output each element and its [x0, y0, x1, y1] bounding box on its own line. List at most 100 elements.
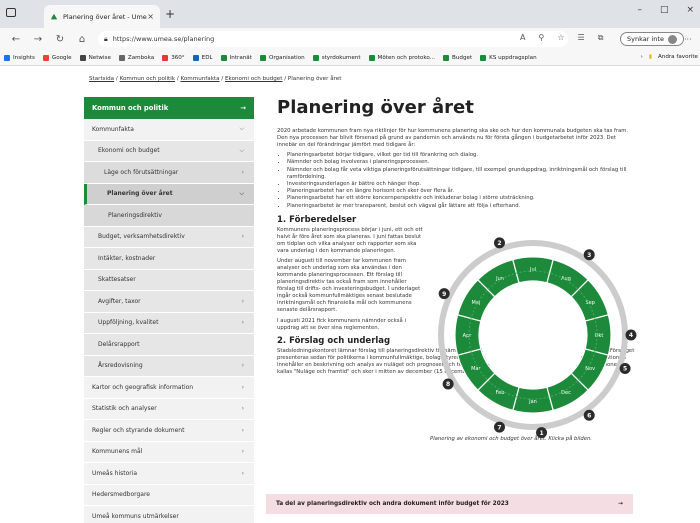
breadcrumb-kommun-och-politik[interactable]: Kommun och politik	[120, 76, 175, 82]
url-field[interactable]: 🔒︎ https://www.umea.se/planering	[98, 31, 568, 47]
collections-icon[interactable]: ⧉	[598, 33, 604, 43]
sidebar-item[interactable]: Umeå kommuns utmärkelser	[84, 506, 254, 523]
avatar	[667, 34, 677, 44]
bookmark-item[interactable]: Intranät	[220, 54, 252, 61]
breadcrumb-kommunfakta[interactable]: Kommunfakta	[181, 76, 220, 82]
close-window-button[interactable]: ×	[686, 5, 694, 15]
new-tab-button[interactable]: +	[165, 7, 175, 21]
bookmark-item[interactable]: EDL	[192, 54, 213, 61]
bookmark-item[interactable]: KS uppdragsplan	[480, 54, 537, 61]
bookmark-icon	[312, 54, 319, 61]
sidebar-header[interactable]: Kommun och politik →	[84, 97, 254, 119]
sidebar-item-label: Planering över året	[107, 190, 173, 198]
list-item: Nämnder och bolag får veta viktiga plane…	[287, 167, 637, 181]
sidebar-item-label: Avgifter, taxor	[98, 297, 141, 305]
favorite-star-icon[interactable]: ☆	[557, 33, 564, 43]
sidebar-item[interactable]: Årsredovisning ›	[84, 355, 254, 377]
bookmark-label: EDL	[201, 54, 213, 61]
sidebar-item[interactable]: Hedersmedborgare	[84, 484, 254, 506]
browser-titlebar: Planering över året - Umeå kom × + – □ ×	[0, 0, 700, 28]
sidebar-item[interactable]: Ekonomi och budget ⌵	[84, 140, 254, 162]
bookmark-icon	[443, 54, 450, 61]
forward-icon[interactable]: →	[32, 34, 44, 45]
favorites-icon[interactable]: ☰	[578, 33, 585, 43]
sidebar-item[interactable]: Umeås historia ›	[84, 463, 254, 485]
step-number: 8	[446, 381, 450, 388]
bookmark-label: Intranät	[229, 54, 252, 61]
sidebar-item[interactable]: Kommunens mål ›	[84, 441, 254, 463]
chevron-icon: ›	[241, 319, 244, 327]
sidebar-item[interactable]: Läge och förutsättningar ›	[84, 162, 254, 184]
bookmark-icon	[259, 54, 266, 61]
bookmark-item[interactable]: Budget	[443, 54, 472, 61]
cta-label: Ta del av planeringsdirektiv och andra d…	[276, 501, 509, 507]
sidebar-item[interactable]: Intäkter, kostnader	[84, 248, 254, 270]
year-wheel-diagram[interactable]: JanFebMarAprMajJunJulAugSepOktNovDec1234…	[418, 235, 648, 440]
read-aloud-icon[interactable]: A	[520, 33, 525, 43]
bookmark-icon	[42, 54, 49, 61]
sidebar-item[interactable]: Kartor och geografisk information ›	[84, 377, 254, 399]
step-number: 2	[497, 240, 501, 247]
breadcrumb-startsida[interactable]: Startsida	[89, 76, 114, 82]
other-favorites[interactable]: › ▮ Andra favorite	[641, 54, 698, 60]
bookmark-item[interactable]: styrdokument	[312, 54, 361, 61]
maximize-button[interactable]: □	[660, 5, 669, 15]
sync-button[interactable]: Synkar inte	[620, 32, 684, 46]
breadcrumb-separator: /	[115, 76, 118, 82]
sidebar-item[interactable]: Regler och styrande dokument ›	[84, 420, 254, 442]
chevron-right-icon: ›	[640, 54, 643, 60]
sidebar-item[interactable]: Avgifter, taxor ›	[84, 291, 254, 313]
chevron-icon: ›	[241, 469, 244, 477]
bookmark-label: Zamboka	[127, 54, 155, 61]
bookmark-label: styrdokument	[321, 54, 361, 61]
breadcrumb-separator: /	[176, 76, 179, 82]
sidebar-item[interactable]: Statistik och analyser ›	[84, 398, 254, 420]
sidebar-item[interactable]: Uppföljning, kvalitet ›	[84, 312, 254, 334]
refresh-icon[interactable]: ↻	[54, 34, 66, 45]
bookmark-icon	[118, 54, 125, 61]
address-icons: A ⚲ ☆ ☰ ⧉	[520, 33, 603, 43]
arrow-right-icon: →	[618, 501, 623, 507]
bookmark-item[interactable]: Zamboka	[118, 54, 155, 61]
step-number: 5	[623, 366, 627, 373]
intro-paragraph: 2020 arbetade kommunen fram nya riktlinj…	[277, 128, 629, 148]
window-menu-icon[interactable]	[6, 8, 16, 17]
sync-label: Synkar inte	[627, 35, 664, 43]
sidebar-item-label: Kommunens mål	[92, 448, 143, 456]
breadcrumb-ekonomi-och-budget[interactable]: Ekonomi och budget	[225, 76, 282, 82]
chevron-icon: ›	[241, 405, 244, 413]
tab-title: Planering över året - Umeå kom	[63, 12, 147, 21]
bookmark-item[interactable]: Netwise	[79, 54, 111, 61]
zoom-icon[interactable]: ⚲	[538, 33, 544, 43]
sidebar-item[interactable]: Skattesatser	[84, 269, 254, 291]
bookmark-icon	[480, 54, 487, 61]
sidebar-header-label: Kommun och politik	[92, 104, 169, 112]
sidebar-item-label: Skattesatser	[98, 276, 136, 284]
bookmark-item[interactable]: Möten och protoko...	[368, 54, 435, 61]
sidebar-item[interactable]: Kommunfakta ⌵	[84, 119, 254, 141]
month-label: Mar	[471, 366, 481, 372]
home-icon[interactable]: ⌂	[76, 34, 88, 45]
back-icon[interactable]: ←	[10, 34, 22, 45]
bookmark-icon	[368, 54, 375, 61]
more-icon[interactable]: ···	[684, 35, 692, 44]
minimize-button[interactable]: –	[637, 5, 642, 15]
sidebar-item-label: Uppföljning, kvalitet	[98, 319, 159, 327]
browser-tab[interactable]: Planering över året - Umeå kom ×	[44, 5, 160, 28]
sidebar-item[interactable]: Budget, verksamhetsdirektiv ›	[84, 226, 254, 248]
bookmark-label: Organisation	[268, 54, 305, 61]
month-label: Jan	[528, 399, 537, 405]
sidebar-item[interactable]: Planering över året ⌵	[84, 183, 254, 205]
tab-close-icon[interactable]: ×	[147, 12, 154, 21]
bookmark-item[interactable]: Google	[42, 54, 72, 61]
bookmark-label: Google	[51, 54, 72, 61]
sidebar-item[interactable]: Delårsrapport	[84, 334, 254, 356]
bookmark-item[interactable]: 360°	[162, 54, 185, 61]
change-list: Planeringsarbetet börjar tidigare, vilke…	[287, 152, 637, 210]
bookmark-icon	[79, 54, 86, 61]
bookmark-item[interactable]: Insights	[4, 54, 35, 61]
lock-icon[interactable]: 🔒︎	[104, 35, 108, 44]
bookmark-item[interactable]: Organisation	[259, 54, 305, 61]
cta-link[interactable]: Ta del av planeringsdirektiv och andra d…	[266, 494, 633, 514]
sidebar-item[interactable]: Planeringsdirektiv	[84, 205, 254, 227]
